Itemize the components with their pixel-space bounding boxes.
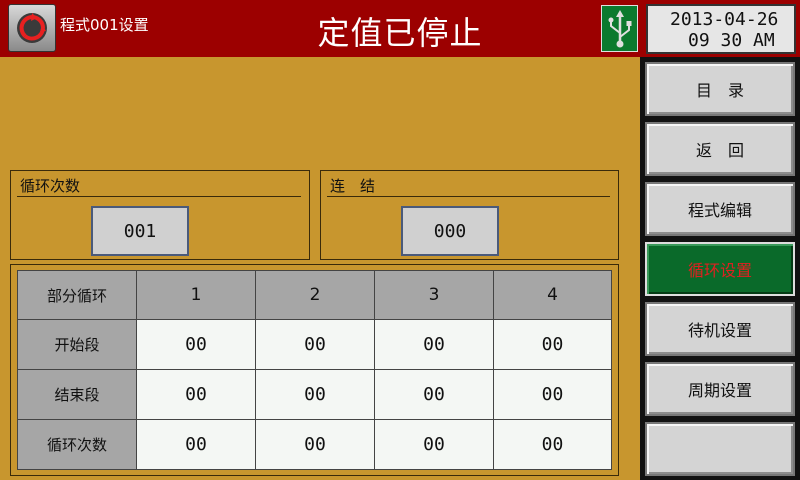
end-segment-cell-4[interactable]: 00 xyxy=(493,369,612,420)
recycle-logo-icon[interactable] xyxy=(8,4,56,52)
loop-count-panel: 循环次数 001 xyxy=(10,170,310,260)
loop-settings-button[interactable]: 循环设置 xyxy=(645,242,795,296)
status-title: 定值已停止 xyxy=(317,14,483,52)
row-header-start-segment: 开始段 xyxy=(17,319,137,370)
datetime-display: 2013-04-26 09 30 AM xyxy=(646,4,796,54)
start-segment-cell-3[interactable]: 00 xyxy=(374,319,494,370)
loop-count-cell-2[interactable]: 00 xyxy=(255,419,375,470)
row-header-loop-count: 循环次数 xyxy=(17,419,137,470)
period-settings-button[interactable]: 周期设置 xyxy=(645,362,795,416)
row-header-end-segment: 结束段 xyxy=(17,369,137,420)
blank-button[interactable] xyxy=(645,422,795,476)
usb-symbol xyxy=(608,10,632,48)
link-panel: 连 结 000 xyxy=(320,170,619,260)
divider xyxy=(327,196,610,197)
end-segment-cell-3[interactable]: 00 xyxy=(374,369,494,420)
partial-loop-table: 部分循环 1 2 3 4 开始段 00 00 00 00 结束段 00 00 0… xyxy=(10,264,619,476)
program-title: 程式001设置 xyxy=(60,16,149,34)
program-edit-button[interactable]: 程式编辑 xyxy=(645,182,795,236)
header-bar: 程式001设置 定值已停止 2013-04-26 09 30 AM xyxy=(0,0,800,57)
divider xyxy=(17,196,301,197)
loop-count-cell-1[interactable]: 00 xyxy=(136,419,256,470)
time-text: 09 30 AM xyxy=(688,30,775,51)
table-corner-header: 部分循环 xyxy=(17,270,137,320)
loop-count-input[interactable]: 001 xyxy=(91,206,189,256)
link-label: 连 结 xyxy=(330,177,376,195)
column-header-2: 2 xyxy=(255,270,375,320)
usb-icon[interactable] xyxy=(601,5,638,52)
menu-directory-button[interactable]: 目 录 xyxy=(645,62,795,116)
sidebar-menu: 目 录 返 回 程式编辑 循环设置 待机设置 周期设置 xyxy=(640,57,800,480)
loop-count-cell-4[interactable]: 00 xyxy=(493,419,612,470)
loop-count-label: 循环次数 xyxy=(20,177,81,195)
end-segment-cell-1[interactable]: 00 xyxy=(136,369,256,420)
column-header-4: 4 xyxy=(493,270,612,320)
standby-settings-button[interactable]: 待机设置 xyxy=(645,302,795,356)
column-header-3: 3 xyxy=(374,270,494,320)
end-segment-cell-2[interactable]: 00 xyxy=(255,369,375,420)
back-button[interactable]: 返 回 xyxy=(645,122,795,176)
recycle-logo-graphic xyxy=(17,13,47,43)
start-segment-cell-1[interactable]: 00 xyxy=(136,319,256,370)
start-segment-cell-2[interactable]: 00 xyxy=(255,319,375,370)
loop-count-cell-3[interactable]: 00 xyxy=(374,419,494,470)
start-segment-cell-4[interactable]: 00 xyxy=(493,319,612,370)
column-header-1: 1 xyxy=(136,270,256,320)
date-text: 2013-04-26 xyxy=(670,9,779,30)
link-input[interactable]: 000 xyxy=(401,206,499,256)
